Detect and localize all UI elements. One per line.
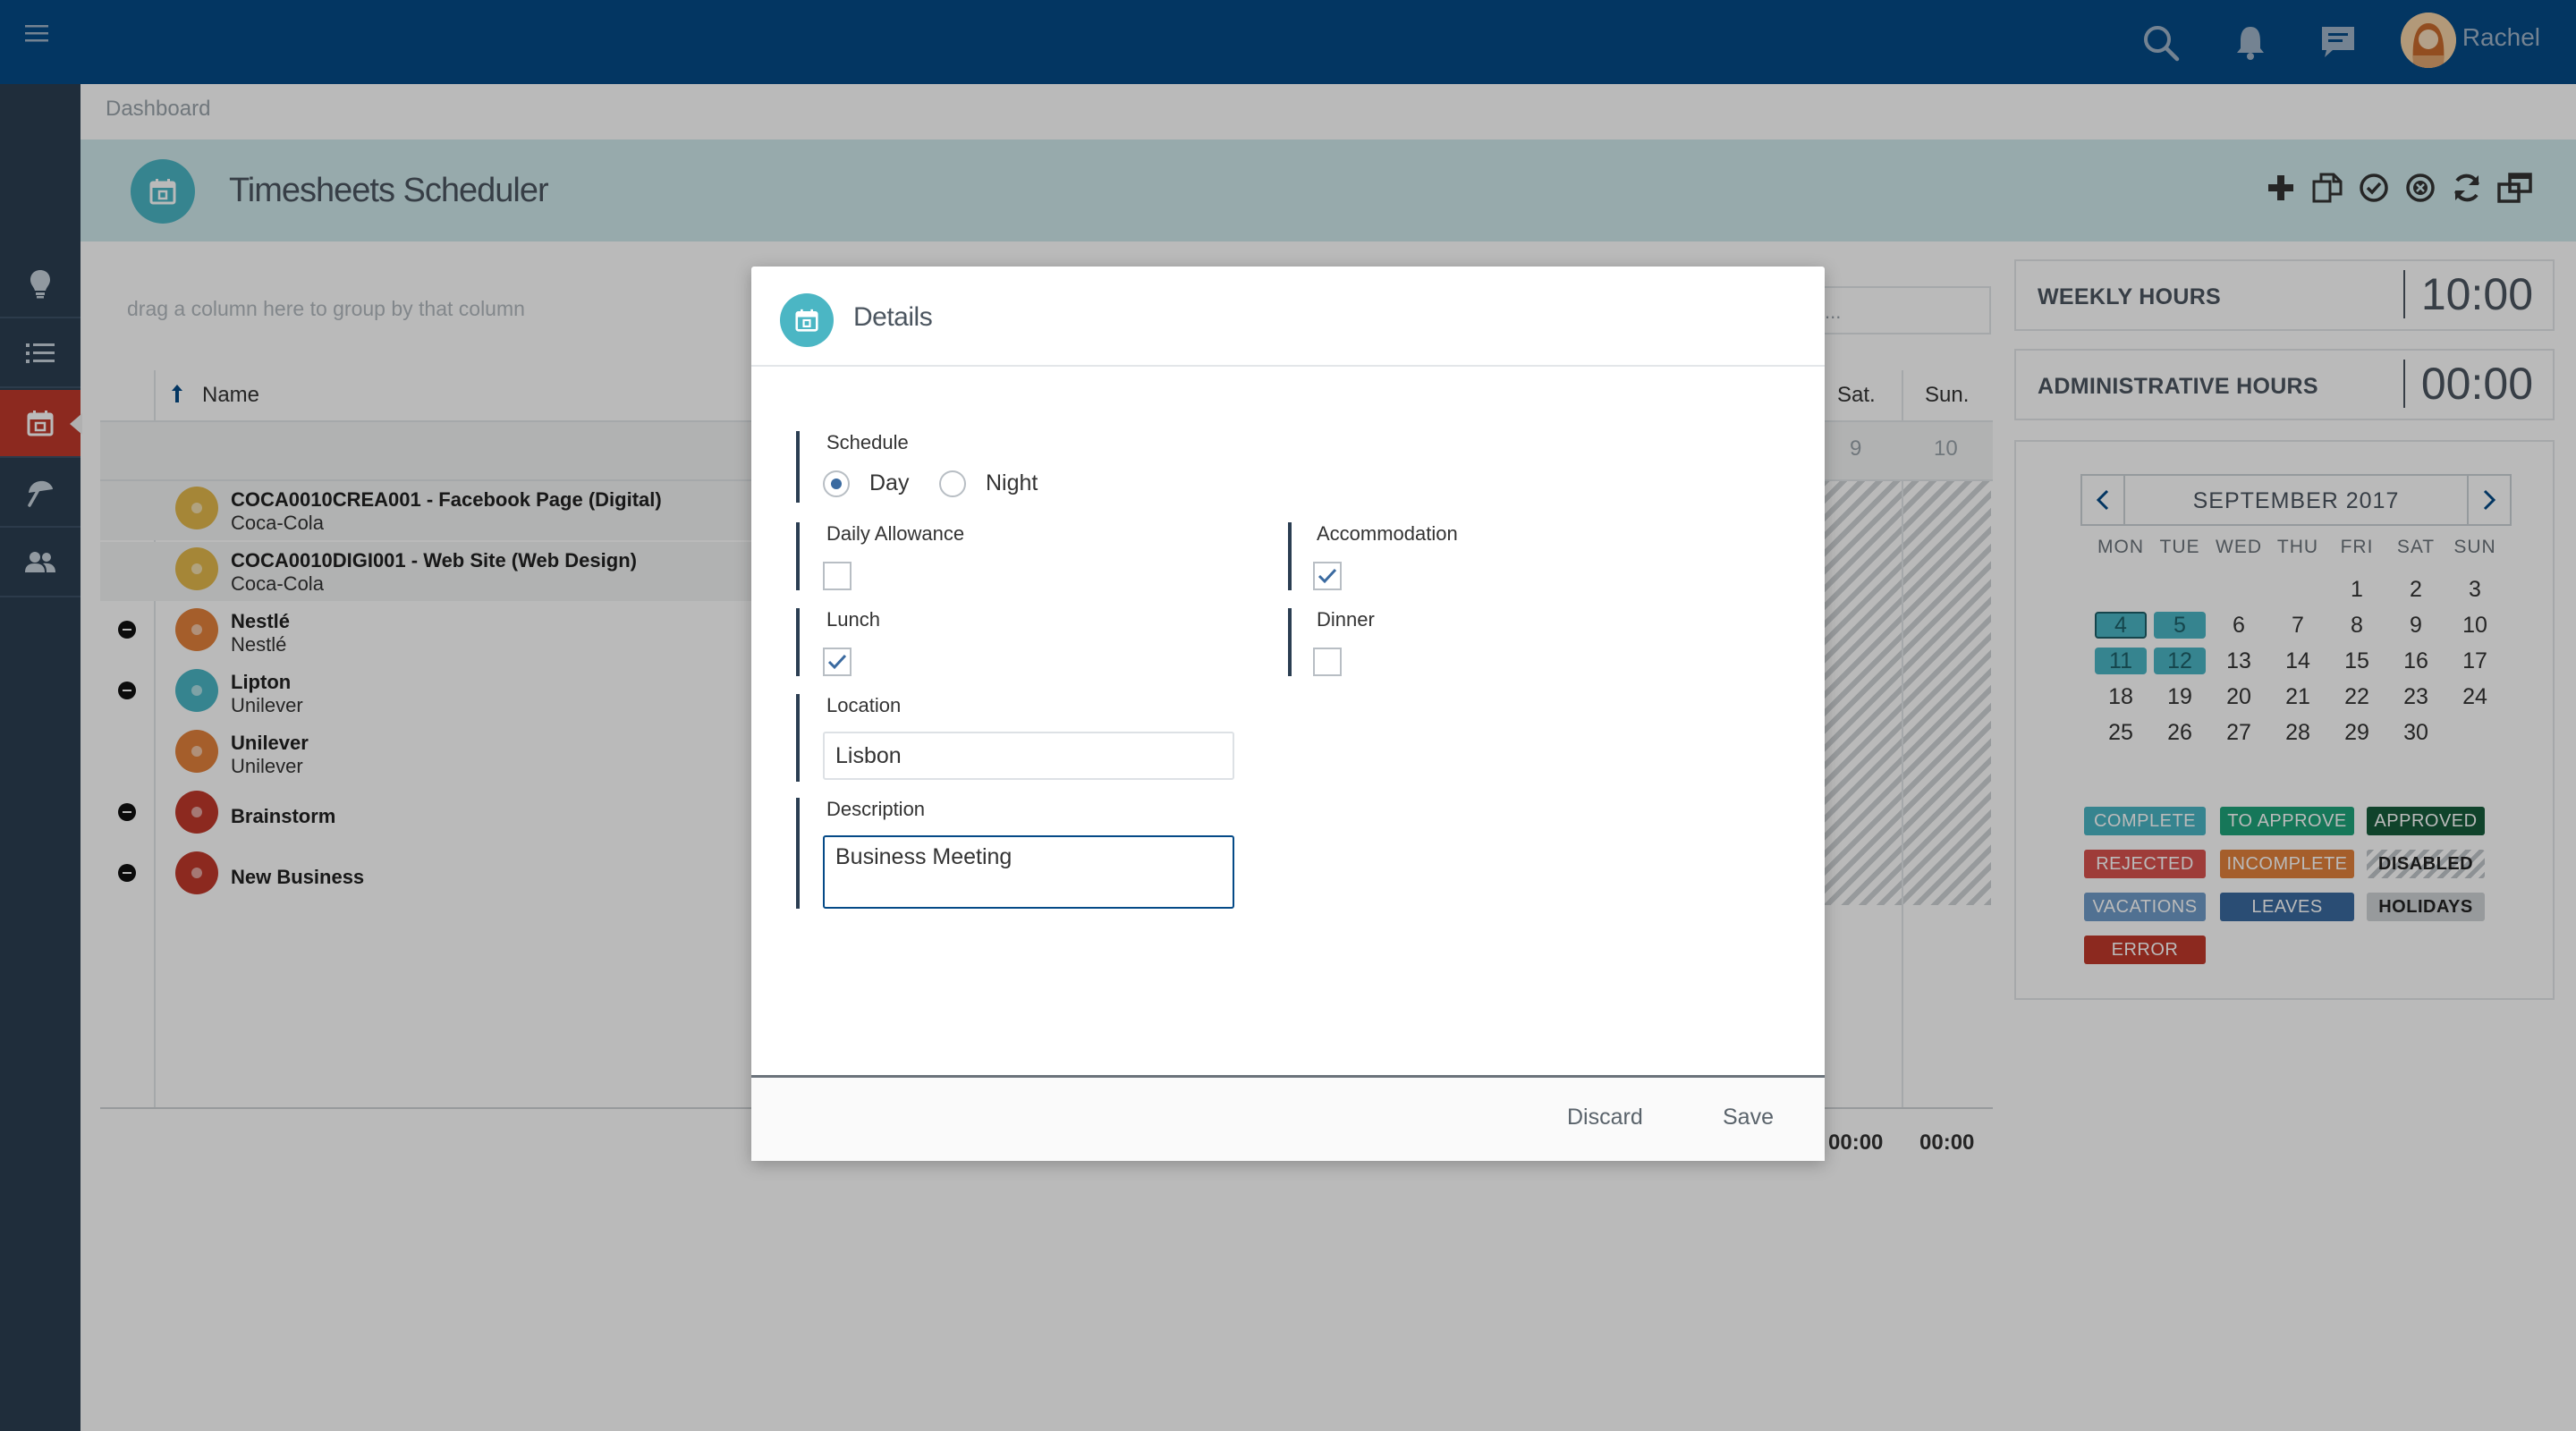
- schedule-label: Schedule: [826, 431, 909, 453]
- daily-allowance-checkbox[interactable]: [823, 562, 852, 590]
- checkmark-icon: [827, 654, 847, 670]
- field-accent: [796, 522, 800, 590]
- modal-title: Details: [853, 302, 933, 332]
- lunch-checkbox[interactable]: [823, 648, 852, 676]
- field-accent: [796, 798, 800, 909]
- details-modal: Details Schedule Day Night Daily Allowan…: [751, 267, 1825, 1161]
- calendar-icon: [795, 309, 818, 332]
- lunch-label: Lunch: [826, 608, 880, 631]
- location-label: Location: [826, 694, 902, 716]
- daily-allowance-label: Daily Allowance: [826, 522, 965, 545]
- field-accent: [1288, 522, 1292, 590]
- modal-footer: Discard Save: [751, 1075, 1825, 1161]
- modal-icon: [780, 293, 834, 347]
- dinner-checkbox[interactable]: [1313, 648, 1342, 676]
- schedule-day-label[interactable]: Day: [869, 470, 909, 496]
- modal-header: Details: [751, 267, 1825, 367]
- field-accent: [796, 431, 800, 503]
- schedule-day-radio[interactable]: [823, 470, 850, 497]
- field-accent: [796, 694, 800, 782]
- location-input[interactable]: Lisbon: [823, 732, 1234, 780]
- description-label: Description: [826, 798, 926, 820]
- schedule-night-radio[interactable]: [939, 470, 966, 497]
- save-button[interactable]: Save: [1723, 1105, 1774, 1130]
- accommodation-label: Accommodation: [1317, 522, 1458, 545]
- field-accent: [1288, 608, 1292, 676]
- checkmark-icon: [1318, 568, 1337, 584]
- field-accent: [796, 608, 800, 676]
- schedule-night-label[interactable]: Night: [986, 470, 1038, 496]
- dinner-label: Dinner: [1317, 608, 1375, 631]
- discard-button[interactable]: Discard: [1567, 1105, 1643, 1130]
- accommodation-checkbox[interactable]: [1313, 562, 1342, 590]
- description-textarea[interactable]: Business Meeting: [823, 835, 1234, 909]
